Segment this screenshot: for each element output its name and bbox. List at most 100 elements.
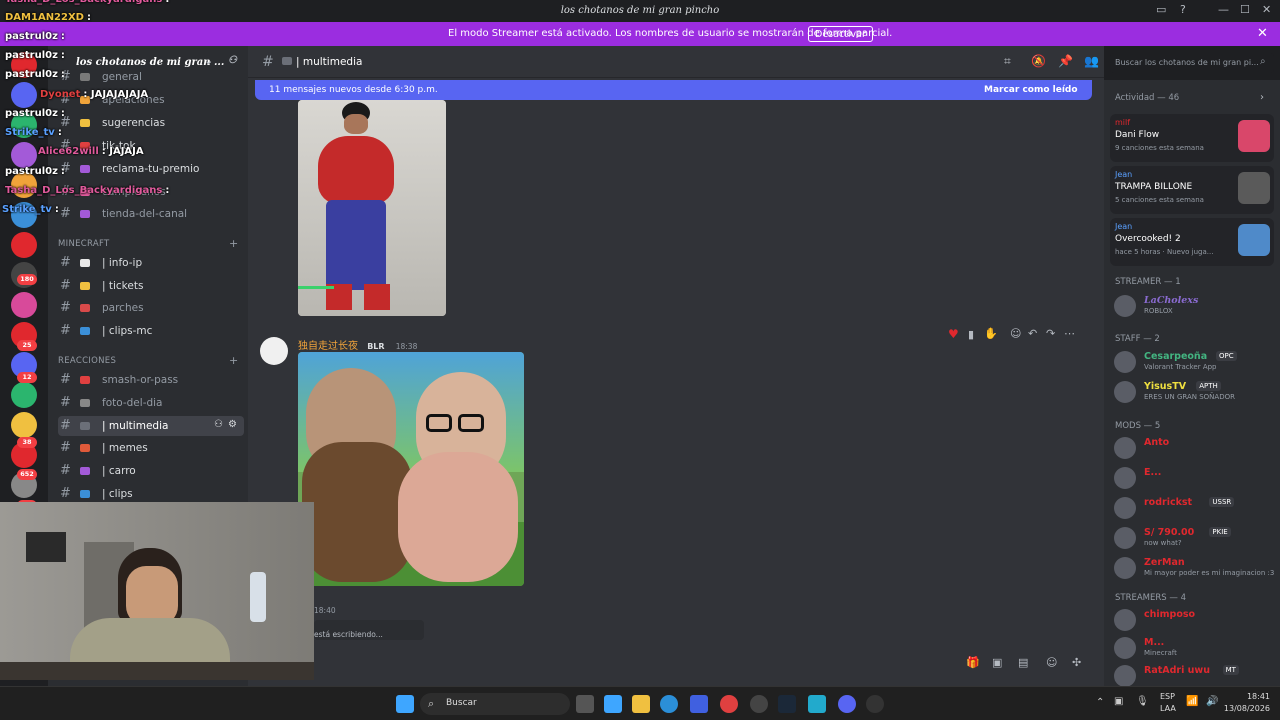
activity-cover-image [1238, 224, 1270, 256]
obs-icon[interactable] [866, 695, 884, 713]
forward-icon[interactable]: ↷ [1046, 327, 1055, 340]
channel-channels_re-3[interactable]: # | memes [58, 438, 244, 458]
author-name[interactable]: 独自走过长夜 [298, 341, 358, 352]
channel-channels_re-0[interactable]: # smash-or-pass [58, 370, 244, 390]
member-item[interactable]: S/ 790.00 PKIE now what? [1110, 524, 1276, 552]
member-item[interactable]: Cesarpeoña OPC Valorant Tracker App [1110, 348, 1276, 376]
channel-channels_mc-1[interactable]: # | tickets [58, 276, 244, 296]
new-messages-bar[interactable]: 11 mensajes nuevos desde 6:30 p.m. Marca… [255, 80, 1092, 100]
maximize-button[interactable]: ☐ [1240, 3, 1250, 16]
apps-icon[interactable]: ✣ [1072, 656, 1081, 669]
channel-channels_re-1[interactable]: # foto-del-dia [58, 393, 244, 413]
attachment-image-meme[interactable] [298, 352, 524, 586]
threads-icon[interactable]: ⌗ [1004, 54, 1011, 69]
message-author[interactable]: 独自走过长夜 BLR 18:38 [298, 337, 417, 352]
app2-icon[interactable] [808, 695, 826, 713]
member-item[interactable]: YisusTV APTH ERES UN GRAN SOÑADOR [1110, 378, 1276, 406]
member-item[interactable]: rodrickst USSR [1110, 494, 1276, 522]
channel-channels_top-2[interactable]: # sugerencias [58, 113, 244, 133]
channel-channels_mc-2[interactable]: # parches [58, 298, 244, 318]
taskbar-search[interactable]: ⌕ Buscar [420, 693, 570, 715]
sticker-icon[interactable]: ▤ [1018, 656, 1028, 669]
gear-icon[interactable]: ⚙ [228, 419, 237, 430]
chevron-up-icon[interactable]: ⌃ [1096, 697, 1104, 708]
member-item[interactable]: chimposo [1110, 606, 1276, 634]
stream-chat-line: pastrul0z: [5, 166, 65, 177]
clock-date[interactable]: 13/08/2026 [1222, 704, 1270, 713]
server-icon[interactable] [11, 232, 37, 258]
app-icon[interactable] [750, 695, 768, 713]
add-channel-icon[interactable]: + [229, 237, 238, 250]
avatar[interactable] [260, 337, 288, 365]
gift-icon[interactable]: 🎁 [966, 656, 980, 669]
help-icon[interactable]: ? [1180, 3, 1186, 16]
edge-icon[interactable] [660, 695, 678, 713]
invite-icon[interactable]: ⚇ [214, 419, 223, 430]
microphone-icon[interactable]: 🎙 [1136, 696, 1149, 707]
search-input[interactable]: Buscar los chotanos de mi gran pi... [1115, 58, 1259, 67]
inbox-icon[interactable]: ▭ [1156, 3, 1166, 16]
hands-reaction-icon[interactable]: ✋ [984, 327, 998, 340]
activity-card[interactable]: Jean Overcooked! 2 hace 5 horas · Nuevo ju… [1110, 218, 1274, 266]
channel-channels_re-5[interactable]: # | clips [58, 484, 244, 504]
clock-time[interactable]: 18:41 [1230, 692, 1270, 701]
attachment-image-spiderman[interactable] [298, 100, 446, 316]
add-channel-icon[interactable]: + [229, 354, 238, 367]
server-icon[interactable] [11, 142, 37, 168]
gif-icon[interactable]: ▣ [992, 656, 1002, 669]
notification-bell-icon[interactable]: 🔕 [1031, 54, 1046, 68]
channel-channels_re-4[interactable]: # | carro [58, 461, 244, 481]
activity-card[interactable]: milf Dani Flow 9 canciones esta semana [1110, 114, 1274, 162]
category-reacciones[interactable]: REACCIONES [58, 356, 116, 366]
stream-chat-user: Strike_tv [2, 204, 52, 215]
volume-icon[interactable]: 🔊 [1206, 696, 1218, 707]
close-icon[interactable]: ✕ [1257, 26, 1268, 41]
member-item[interactable]: M... Minecraft [1110, 634, 1276, 662]
wifi-icon[interactable]: 📶 [1186, 696, 1198, 707]
language-code[interactable]: ESP [1160, 692, 1175, 701]
channel-channels_top-0[interactable]: # general [58, 67, 244, 87]
channel-channels_mc-0[interactable]: # | info-ip [58, 253, 244, 273]
minimize-button[interactable]: — [1218, 3, 1229, 16]
emoji-icon[interactable]: ☺ [1046, 656, 1057, 669]
deactivate-button[interactable]: Desactivar [808, 26, 873, 42]
server-icon[interactable] [11, 82, 37, 108]
close-window-button[interactable]: ✕ [1262, 3, 1271, 16]
search-box[interactable]: Buscar los chotanos de mi gran pi... ⌕ [1110, 53, 1274, 73]
server-icon[interactable] [11, 382, 37, 408]
chrome-icon[interactable] [720, 695, 738, 713]
channel-channels_mc-3[interactable]: # | clips-mc [58, 321, 244, 341]
channel-channels_re-2[interactable]: # | multimedia ⚇ ⚙ [58, 416, 244, 436]
add-reaction-icon[interactable]: ☺ [1010, 327, 1021, 340]
discord-icon[interactable] [838, 695, 856, 713]
pin-icon[interactable]: 📌 [1058, 54, 1073, 68]
reply-icon[interactable]: ↶ [1028, 327, 1037, 340]
chevron-right-icon[interactable]: › [1260, 92, 1264, 103]
tray-icon[interactable]: ▣ [1114, 696, 1123, 707]
member-item[interactable]: ZerMan Mi mayor poder es mi imaginacion :… [1110, 554, 1276, 582]
windows-start-icon[interactable] [396, 695, 414, 713]
task-view-icon[interactable] [576, 695, 594, 713]
mark-read-button[interactable]: Marcar como leído [984, 85, 1078, 95]
heart-reaction-icon[interactable]: ♥ [948, 327, 959, 341]
language-layout[interactable]: LAA [1160, 704, 1176, 713]
server-icon[interactable] [11, 292, 37, 318]
channel-channels_top-6[interactable]: # tienda-del-canal [58, 204, 244, 224]
server-icon[interactable] [11, 412, 37, 438]
activity-card[interactable]: Jean TRAMPA BILLONE 5 canciones esta seman… [1110, 166, 1274, 214]
chevron-down-icon[interactable]: ⌄ [204, 56, 212, 67]
store-icon[interactable] [690, 695, 708, 713]
category-minecraft[interactable]: MINECRAFT [58, 239, 110, 249]
add-member-icon[interactable]: ⚇ [228, 55, 237, 66]
steam-icon[interactable] [778, 695, 796, 713]
channel-channels_top-4[interactable]: # reclama-tu-premio [58, 159, 244, 179]
more-icon[interactable]: ⋯ [1064, 327, 1075, 340]
widgets-icon[interactable] [604, 695, 622, 713]
member-item[interactable]: E... [1110, 464, 1276, 492]
member-item[interactable]: LaCholexs ROBLOX [1110, 292, 1276, 320]
activity-header: Actividad — 46 [1115, 93, 1180, 103]
file-explorer-icon[interactable] [632, 695, 650, 713]
bottle-reaction-icon[interactable]: ▮ [968, 328, 974, 341]
member-item[interactable]: Anto [1110, 434, 1276, 462]
members-icon[interactable]: 👥 [1084, 54, 1099, 68]
